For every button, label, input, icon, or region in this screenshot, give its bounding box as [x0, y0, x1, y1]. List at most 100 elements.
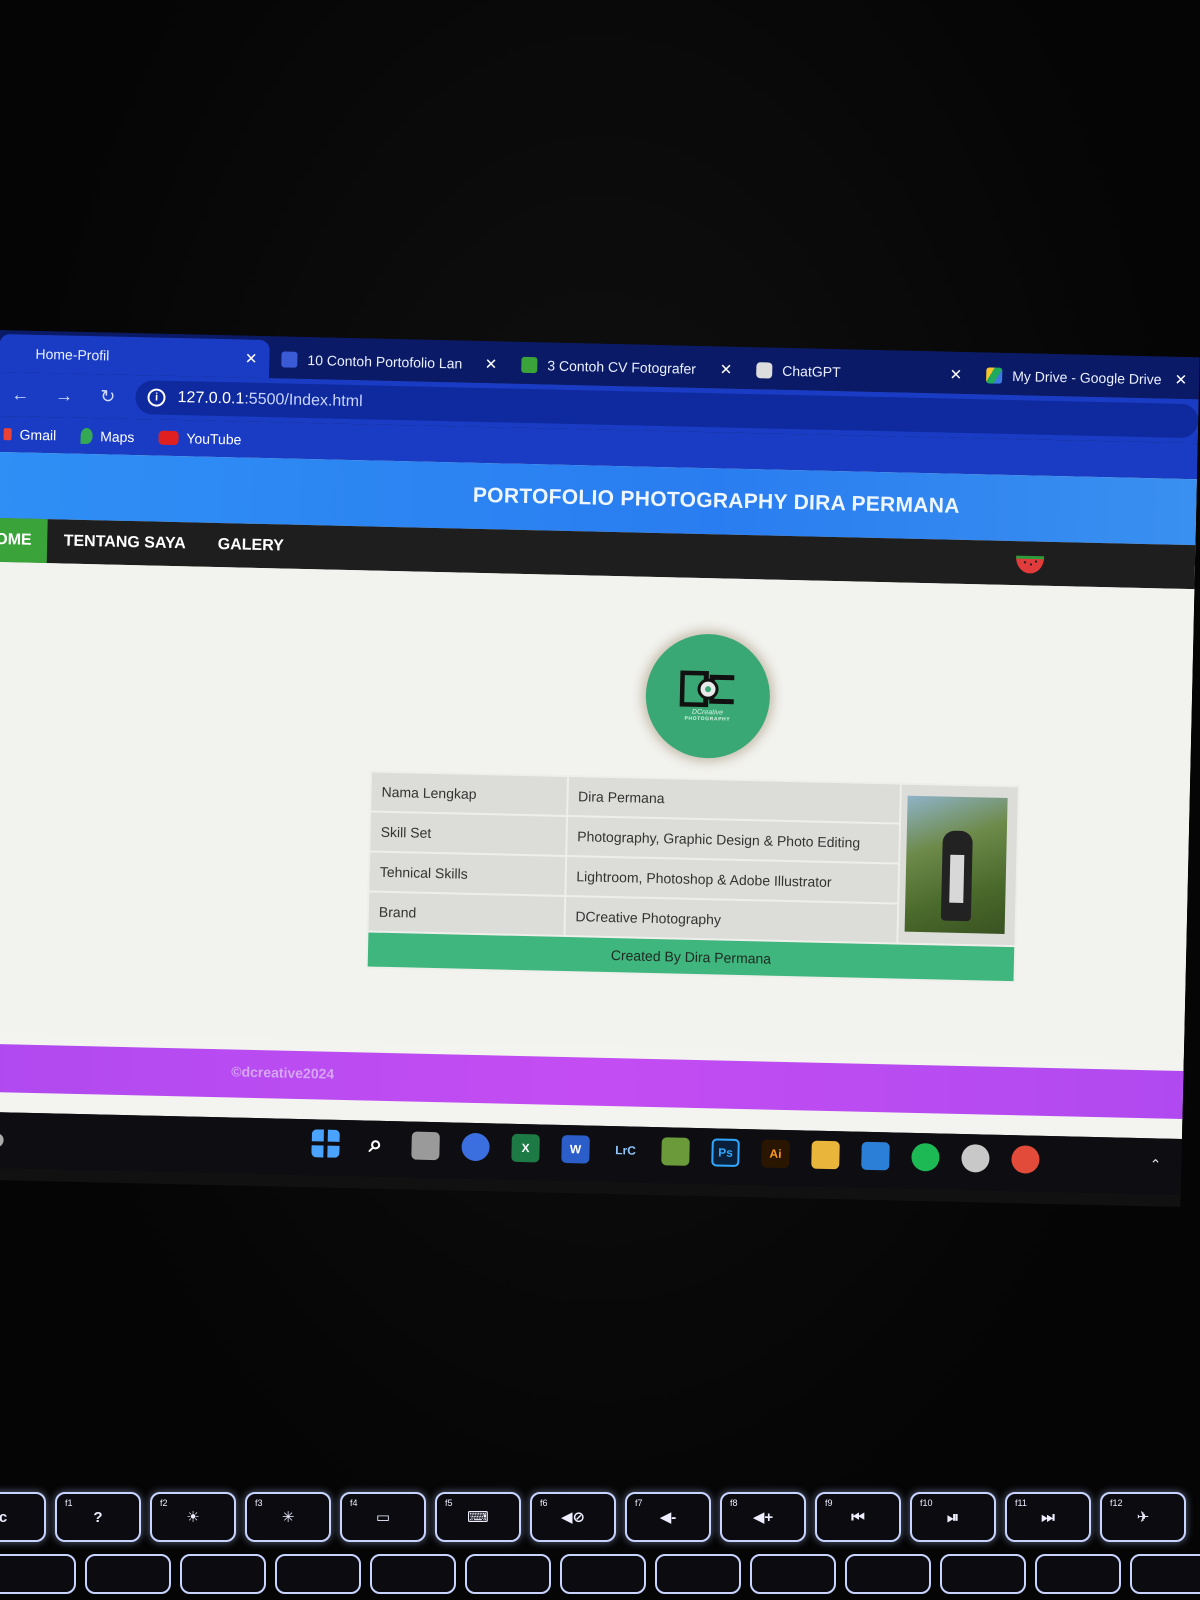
brand-logo: DCreative PHOTOGRAPHY — [644, 632, 772, 760]
key-fn-label: f3 — [255, 1498, 263, 1508]
close-icon[interactable]: ✕ — [949, 366, 962, 384]
keyboard-key[interactable] — [465, 1554, 551, 1594]
web-page: PORTOFOLIO PHOTOGRAPHY DIRA PERMANA OME … — [0, 451, 1197, 1140]
tab-home-profil[interactable]: Home-Profil ✕ — [0, 333, 270, 379]
keyboard-key-f4[interactable]: f4 ▭ — [340, 1492, 426, 1542]
search-icon[interactable]: ⌕ — [361, 1130, 390, 1160]
keyboard-key-f8[interactable]: f8 ◀+ — [720, 1492, 806, 1542]
bookmark-gmail[interactable]: Gmail — [3, 426, 56, 443]
nav-galery[interactable]: GALERY — [201, 523, 300, 569]
close-icon[interactable]: ✕ — [720, 360, 733, 378]
keyboard-key-f5[interactable]: f5 ⌨ — [435, 1492, 521, 1542]
keyboard-key[interactable] — [1035, 1554, 1121, 1594]
tray-chevron-icon[interactable]: ⌃ — [1149, 1156, 1161, 1173]
watermelon-icon — [1016, 555, 1045, 574]
keyboard-key-f1[interactable]: f1? — [55, 1492, 141, 1542]
close-icon[interactable]: ✕ — [245, 350, 258, 368]
bookmark-youtube[interactable]: YouTube — [158, 430, 242, 448]
main-content: DCreative PHOTOGRAPHY Nama Lengkap Dira … — [0, 561, 1195, 1060]
file-explorer-icon[interactable] — [811, 1140, 840, 1170]
keyboard-key[interactable] — [370, 1554, 456, 1594]
keyboard-key-f11[interactable]: f11 ⏭ — [1005, 1492, 1091, 1542]
vscode-icon[interactable] — [861, 1141, 890, 1171]
keyboard-key[interactable]: c — [0, 1492, 46, 1542]
keyboard-key[interactable] — [845, 1554, 931, 1594]
key-fn-label: f5 — [445, 1498, 453, 1508]
tab-title: Home-Profil — [35, 345, 110, 364]
site-info-icon[interactable]: i — [147, 388, 166, 407]
site-title: PORTOFOLIO PHOTOGRAPHY DIRA PERMANA — [472, 483, 960, 518]
profile-table: Nama Lengkap Dira Permana Skill Set Phot… — [365, 770, 1020, 984]
key-glyph: ◀+ — [752, 1509, 774, 1526]
tab-title: My Drive - Google Drive — [1012, 367, 1162, 388]
close-icon[interactable]: ✕ — [485, 355, 498, 373]
keyboard-key[interactable] — [275, 1554, 361, 1594]
excel-icon[interactable]: X — [511, 1133, 540, 1163]
photoshop-icon[interactable]: Ps — [711, 1138, 740, 1167]
start-icon[interactable] — [311, 1129, 340, 1158]
keyboard-key[interactable] — [0, 1554, 76, 1594]
gmail-icon — [3, 428, 12, 441]
tab-contoh-cv[interactable]: 3 Contoh CV Fotografer ✕ — [509, 346, 745, 389]
key-glyph: ▭ — [375, 1509, 391, 1526]
profile-label: Tehnical Skills — [369, 852, 565, 895]
keyboard-key-f7[interactable]: f7 ◀- — [625, 1492, 711, 1542]
key-glyph: ? — [93, 1508, 103, 1526]
weather-icon[interactable] — [0, 1132, 4, 1148]
word-icon[interactable]: W — [561, 1134, 590, 1164]
key-glyph: ⏮ — [851, 1508, 865, 1526]
keyboard-key-f2[interactable]: f2 ☀ — [150, 1492, 236, 1542]
chatgpt-icon — [756, 362, 773, 379]
tab-chatgpt[interactable]: ChatGPT ✕ — [744, 351, 975, 394]
person-shirt — [948, 854, 964, 903]
url-path: :5500/Index.html — [244, 390, 363, 411]
keyboard-key[interactable] — [750, 1554, 836, 1594]
taskbar-apps: ⌕ X W LrC Ps Ai — [311, 1129, 1040, 1174]
key-fn-label: f12 — [1110, 1498, 1123, 1508]
keyboard-key-f6[interactable]: f6 ◀⊘ — [530, 1492, 616, 1542]
close-icon[interactable]: ✕ — [1174, 371, 1187, 389]
spotify-icon[interactable] — [911, 1142, 940, 1172]
key-glyph: ✈ — [1136, 1509, 1150, 1526]
keyboard-key-f3[interactable]: f3 ✳ — [245, 1492, 331, 1542]
chrome-icon[interactable] — [1011, 1145, 1040, 1174]
keyboard-key-f9[interactable]: f9 ⏮ — [815, 1492, 901, 1542]
cursor-app-icon[interactable] — [961, 1144, 990, 1173]
site-favicon-icon — [521, 356, 538, 374]
forward-icon[interactable]: → — [42, 384, 86, 406]
keyboard-key[interactable] — [940, 1554, 1026, 1594]
maps-icon — [80, 427, 93, 445]
bookmark-maps[interactable]: Maps — [80, 427, 135, 445]
profile-value: Lightroom, Photoshop & Adobe Illustrator — [565, 856, 898, 903]
image-app-icon[interactable] — [661, 1137, 690, 1166]
laptop-screen: Home-Profil ✕ 10 Contoh Portofolio Lan ✕… — [0, 330, 1200, 1208]
key-glyph: ◀⊘ — [560, 1509, 586, 1526]
keyboard-key[interactable] — [180, 1554, 266, 1594]
keyboard-key[interactable] — [655, 1554, 741, 1594]
tab-contoh-portofolio[interactable]: 10 Contoh Portofolio Lan ✕ — [269, 340, 510, 383]
keyboard-key[interactable] — [1130, 1554, 1200, 1594]
keyboard-key-f12[interactable]: f12 ✈ — [1100, 1492, 1186, 1542]
profile-value: Photography, Graphic Design & Photo Edit… — [566, 817, 899, 863]
key-fn-label: f10 — [920, 1498, 933, 1508]
nav-tentang-saya[interactable]: TENTANG SAYA — [47, 519, 202, 566]
key-fn-label: f1 — [65, 1498, 73, 1508]
keyboard-key[interactable] — [85, 1554, 171, 1594]
reload-icon[interactable]: ↻ — [86, 385, 130, 407]
key-glyph: ☀ — [186, 1509, 200, 1526]
task-view-icon[interactable] — [411, 1131, 440, 1161]
back-icon[interactable]: ← — [0, 383, 42, 405]
google-drive-icon — [986, 367, 1003, 384]
key-glyph: ⏭ — [1041, 1508, 1055, 1526]
key-fn-label: f7 — [635, 1498, 643, 1508]
bookmark-label: Gmail — [19, 426, 57, 444]
lightroom-icon[interactable]: LrC — [611, 1136, 640, 1165]
keyboard-key[interactable] — [560, 1554, 646, 1594]
tab-title: ChatGPT — [782, 362, 841, 381]
nav-home[interactable]: OME — [0, 517, 49, 564]
illustrator-icon[interactable]: Ai — [761, 1139, 790, 1169]
tab-google-drive[interactable]: My Drive - Google Drive ✕ — [974, 356, 1200, 399]
profile-label: Nama Lengkap — [371, 772, 567, 815]
meet-icon[interactable] — [461, 1132, 490, 1162]
keyboard-key-f10[interactable]: f10 ⏯ — [910, 1492, 996, 1542]
